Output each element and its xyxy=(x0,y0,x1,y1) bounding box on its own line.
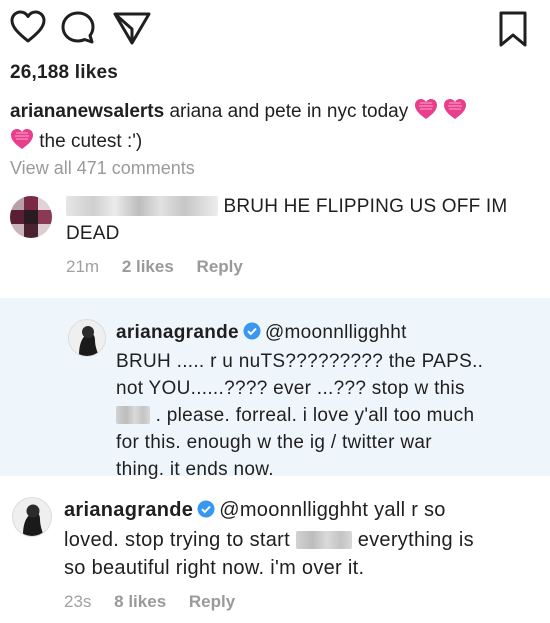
comment-text: BRUH HE FLIPPING US OFF IM DEAD xyxy=(66,196,508,244)
comment-meta: 21m 2 likes Reply xyxy=(66,257,261,277)
comment-time: 23s xyxy=(64,592,92,611)
caption-text: ariana and pete in nyc today xyxy=(169,101,409,122)
bookmark-icon[interactable] xyxy=(498,10,528,53)
paper-plane-icon[interactable] xyxy=(112,10,152,51)
reply-comment-text: arianagrande @moonnlligghht BRUH ..... r … xyxy=(116,321,484,480)
blurred-username xyxy=(66,196,218,216)
view-all-comments-link[interactable]: View all 471 comments xyxy=(10,158,195,179)
user-avatar[interactable] xyxy=(12,497,52,537)
comment-likes[interactable]: 8 likes xyxy=(114,592,166,611)
verified-badge-icon xyxy=(197,498,215,526)
heart-outline-icon[interactable] xyxy=(10,10,46,49)
post-action-bar xyxy=(0,0,550,60)
mention-link[interactable]: @moonnlligghht xyxy=(265,322,407,343)
comment-likes[interactable]: 2 likes xyxy=(122,257,174,276)
comment-bubble-icon[interactable] xyxy=(60,10,96,51)
caption-username[interactable]: ariananеwsalerts xyxy=(10,101,164,122)
blurred-avatar[interactable] xyxy=(10,196,52,238)
reply-button[interactable]: Reply xyxy=(197,257,243,276)
mention-link[interactable]: @moonnlligghht xyxy=(219,499,368,521)
censored-word xyxy=(295,531,352,549)
reply-button[interactable]: Reply xyxy=(189,592,235,611)
pink-heart-icon xyxy=(10,128,34,158)
user-avatar[interactable] xyxy=(68,319,106,357)
reply-username[interactable]: arianagrande xyxy=(116,322,239,343)
comment-time: 21m xyxy=(66,257,100,276)
censored-word xyxy=(116,406,150,424)
pink-heart-icon xyxy=(414,98,438,128)
caption-text: the cutest :') xyxy=(39,131,143,152)
pink-heart-icon xyxy=(443,98,467,128)
verified-badge-icon xyxy=(243,321,261,348)
comment-text: arianagrande @moonnlligghht yall r so lov… xyxy=(64,498,474,579)
comment-username[interactable]: arianagrande xyxy=(64,499,193,521)
comment-meta: 23s 8 likes Reply xyxy=(64,592,253,612)
post-caption: ariananеwsalerts ariana and pete in nyc … xyxy=(10,98,530,158)
likes-count[interactable]: 26,188 likes xyxy=(10,62,118,84)
